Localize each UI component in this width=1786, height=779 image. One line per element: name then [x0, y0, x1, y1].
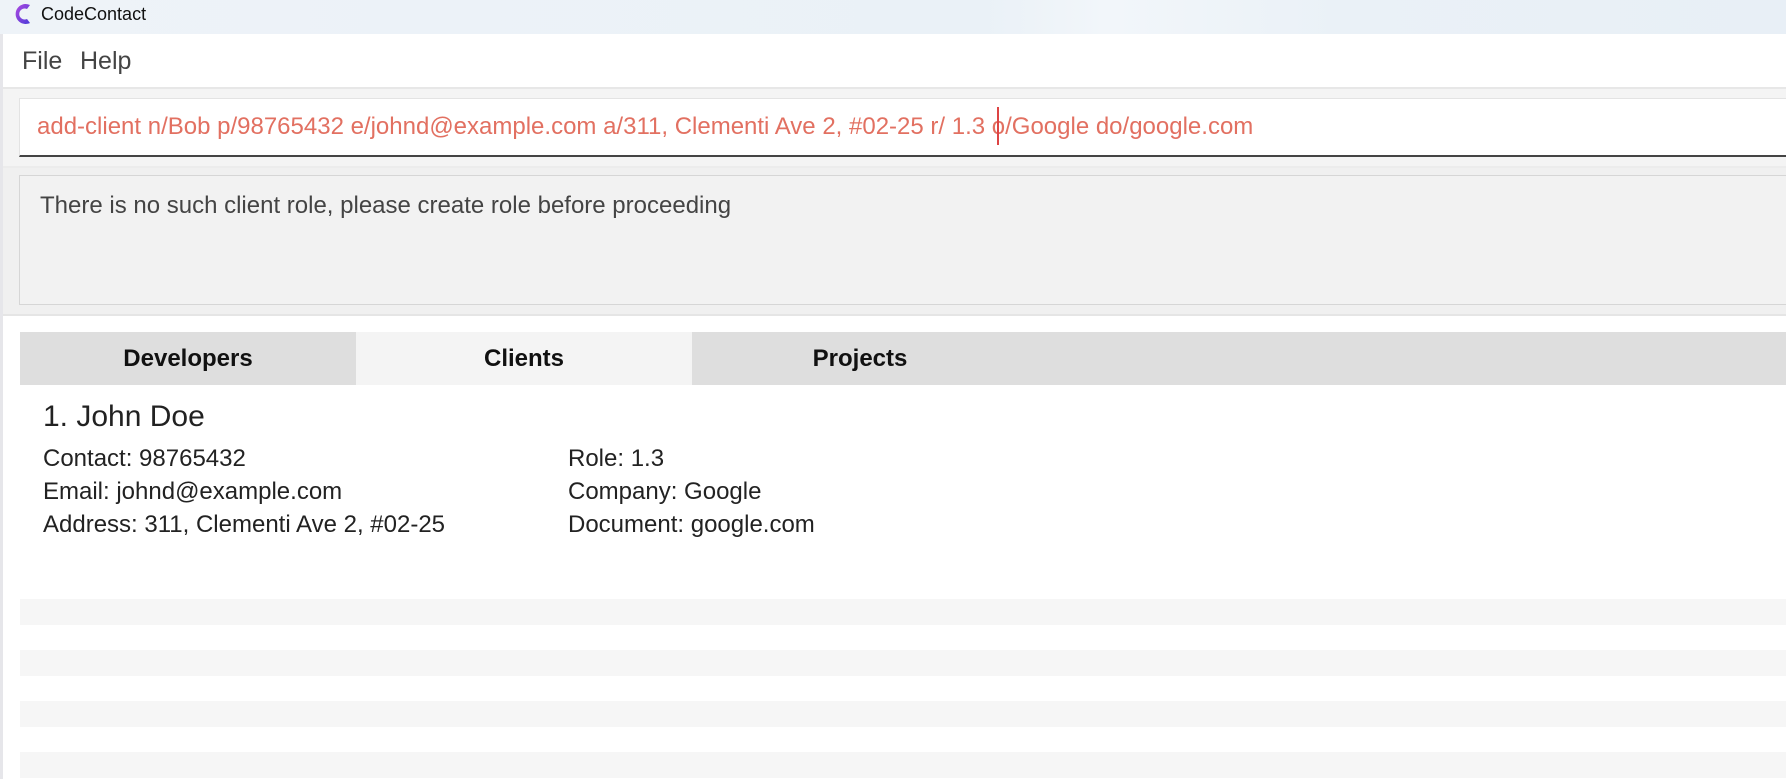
tab-clients[interactable]: Clients	[356, 332, 692, 385]
empty-list-row	[20, 701, 1786, 727]
menu-help[interactable]: Help	[80, 46, 131, 76]
empty-list-row	[20, 650, 1786, 676]
tab-projects[interactable]: Projects	[692, 332, 1028, 385]
tab-developers[interactable]: Developers	[20, 332, 356, 385]
client-email: Email: johnd@example.com	[43, 478, 343, 505]
client-company: Company: Google	[568, 478, 762, 505]
title-bar: CodeContact	[0, 0, 1786, 34]
client-role: Role: 1.3	[568, 445, 665, 472]
command-panel: add-client n/Bob p/98765432 e/johnd@exam…	[3, 89, 1786, 166]
result-display: There is no such client role, please cre…	[19, 175, 1786, 305]
command-input-text: add-client n/Bob p/98765432 e/johnd@exam…	[37, 113, 1254, 140]
result-panel: There is no such client role, please cre…	[3, 166, 1786, 316]
client-contact: Contact: 98765432	[43, 445, 246, 472]
result-message: There is no such client role, please cre…	[40, 192, 732, 219]
client-document: Document: google.com	[568, 511, 815, 538]
client-address: Address: 311, Clementi Ave 2, #02-25	[43, 511, 446, 538]
app-title: CodeContact	[41, 4, 147, 24]
client-list: 1. John Doe Contact: 98765432 Email: joh…	[20, 385, 1786, 779]
text-caret	[997, 107, 999, 145]
panel-divider	[3, 314, 1786, 316]
client-name: 1. John Doe	[43, 400, 205, 433]
tab-bar: Developers Clients Projects	[20, 332, 1786, 385]
command-input[interactable]: add-client n/Bob p/98765432 e/johnd@exam…	[19, 98, 1786, 157]
app-logo-icon	[15, 3, 30, 25]
empty-list-row	[20, 599, 1786, 625]
menu-bar: File Help	[3, 34, 1786, 89]
menu-file[interactable]: File	[22, 46, 62, 76]
empty-list-row	[20, 752, 1786, 778]
